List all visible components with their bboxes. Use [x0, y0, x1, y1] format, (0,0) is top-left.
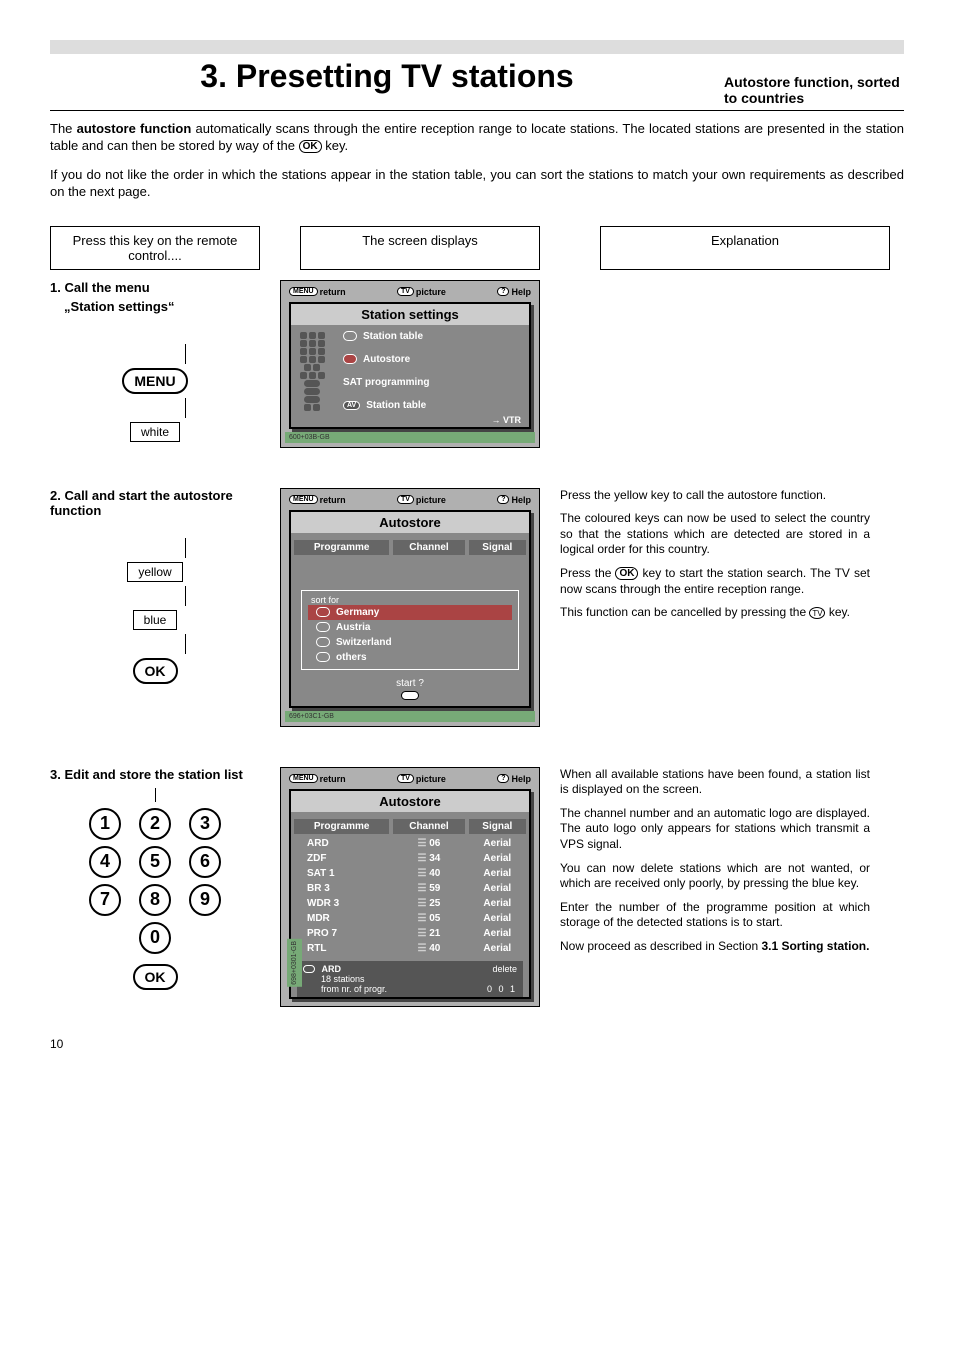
- step-3-row: 3. Edit and store the station list 1 2 3…: [50, 767, 904, 1007]
- key-2[interactable]: 2: [139, 808, 171, 840]
- yellow-dot-icon: [343, 354, 357, 364]
- osd2-code: 696+03C1-GB: [285, 711, 535, 722]
- page-number: 10: [50, 1037, 904, 1051]
- red-dot-icon: [316, 607, 330, 617]
- osd2-table-head: ProgrammeChannelSignal: [291, 537, 529, 558]
- table-row: SAT 1☰ 40Aerial: [293, 867, 527, 880]
- page-header: 3. Presetting TV stations Autostore func…: [50, 58, 904, 111]
- intro-autostore-bold: autostore function: [77, 121, 192, 136]
- step1-title: 1. Call the menu: [50, 280, 260, 295]
- col-header-remote: Press this key on the remote control....: [50, 226, 260, 270]
- red-dot-icon: [343, 331, 357, 341]
- step3-title: 3. Edit and store the station list: [50, 767, 260, 782]
- osd1-code: 600+03B-GB: [285, 432, 535, 443]
- menu-icon: MENU: [289, 774, 318, 783]
- tv-icon: TV: [397, 287, 414, 296]
- green-dot-icon: [316, 622, 330, 632]
- ok-button[interactable]: OK: [133, 658, 178, 684]
- yellow-dot-icon: [316, 637, 330, 647]
- step3-expl-1: When all available stations have been fo…: [560, 767, 870, 798]
- table-row: MDR☰ 05Aerial: [293, 912, 527, 925]
- page-subtitle: Autostore function, sorted to countries: [724, 74, 904, 106]
- osd2-title: Autostore: [291, 512, 529, 533]
- numeric-keypad: 1 2 3 4 5 6 7 8 9 0 OK: [50, 788, 260, 994]
- tv-icon: TV: [397, 774, 414, 783]
- red-dot-icon: [303, 965, 315, 973]
- key-0[interactable]: 0: [139, 922, 171, 954]
- key-7[interactable]: 7: [89, 884, 121, 916]
- intro-p1a: The: [50, 121, 77, 136]
- step-1-row: 1. Call the menu „Station settings“ MENU…: [50, 280, 904, 448]
- step3-expl-4: Enter the number of the programme positi…: [560, 900, 870, 931]
- connector-line: [185, 634, 186, 654]
- key-4[interactable]: 4: [89, 846, 121, 878]
- help-icon: ?: [497, 774, 509, 783]
- ok-key-icon: OK: [401, 691, 419, 700]
- osd-screen-1: MENU return TV picture ? Help Station se…: [280, 280, 540, 448]
- col-header-explanation: Explanation: [600, 226, 890, 270]
- connector-line: [185, 538, 186, 558]
- key-3[interactable]: 3: [189, 808, 221, 840]
- sort-for-box: sort for Germany Austria Switzerland oth…: [301, 590, 519, 670]
- key-9[interactable]: 9: [189, 884, 221, 916]
- connector-line: [185, 398, 186, 418]
- key-1[interactable]: 1: [89, 808, 121, 840]
- key-8[interactable]: 8: [139, 884, 171, 916]
- vtr-link: → VTR: [335, 413, 529, 427]
- ok-key-icon: OK: [615, 567, 638, 580]
- help-icon: ?: [497, 287, 509, 296]
- step2-title: 2. Call and start the autostore function: [50, 488, 260, 518]
- step-2-row: 2. Call and start the autostore function…: [50, 488, 904, 727]
- osd-screen-2: MENU return TV picture ? Help Autostore …: [280, 488, 540, 727]
- ok-button[interactable]: OK: [133, 964, 178, 990]
- osd-screen-3: MENU return TV picture ? Help Autostore …: [280, 767, 540, 1007]
- osd3-title: Autostore: [291, 791, 529, 812]
- intro-p1d: key.: [322, 138, 349, 153]
- av-icon: AV: [343, 401, 360, 410]
- connector-line: [185, 344, 186, 364]
- step3-expl-3: You can now delete stations which are no…: [560, 861, 870, 892]
- osd1-title: Station settings: [291, 304, 529, 325]
- table-row: ZDF☰ 34Aerial: [293, 852, 527, 865]
- white-color-label: white: [130, 422, 180, 442]
- menu-icon: MENU: [289, 287, 318, 296]
- connector-line: [185, 586, 186, 606]
- table-row: RTL☰ 40Aerial: [293, 942, 527, 955]
- step3-expl-2: The channel number and an automatic logo…: [560, 806, 870, 853]
- table-row: ARD☰ 06Aerial: [293, 837, 527, 850]
- remote-mini-icon: [293, 331, 331, 412]
- table-row: BR 3☰ 59Aerial: [293, 882, 527, 895]
- col-header-screen: The screen displays: [300, 226, 540, 270]
- menu-button[interactable]: MENU: [122, 368, 187, 394]
- blue-dot-icon: [316, 652, 330, 662]
- menu-icon: MENU: [289, 495, 318, 504]
- tv-icon: TV: [397, 495, 414, 504]
- step1-subtitle: „Station settings“: [64, 299, 260, 314]
- table-row: PRO 7☰ 21Aerial: [293, 927, 527, 940]
- column-headers: Press this key on the remote control....…: [50, 226, 904, 270]
- key-5[interactable]: 5: [139, 846, 171, 878]
- ok-key-icon: OK: [299, 140, 322, 153]
- intro-text: The autostore function automatically sca…: [50, 121, 904, 201]
- blue-color-label: blue: [133, 610, 178, 630]
- key-6[interactable]: 6: [189, 846, 221, 878]
- yellow-color-label: yellow: [127, 562, 182, 582]
- tv-key-icon: TV: [809, 607, 825, 619]
- osd3-table: ProgrammeChannelSignal ARD☰ 06AerialZDF☰…: [291, 816, 529, 957]
- help-icon: ?: [497, 495, 509, 504]
- table-row: WDR 3☰ 25Aerial: [293, 897, 527, 910]
- step2-expl-2: The coloured keys can now be used to sel…: [560, 511, 870, 558]
- step2-expl-1: Press the yellow key to call the autosto…: [560, 488, 870, 504]
- top-grey-bar: [50, 40, 904, 54]
- intro-p2: If you do not like the order in which th…: [50, 167, 904, 201]
- osd3-code: 698+0301-GB: [287, 939, 302, 987]
- page-title: 3. Presetting TV stations: [50, 58, 724, 95]
